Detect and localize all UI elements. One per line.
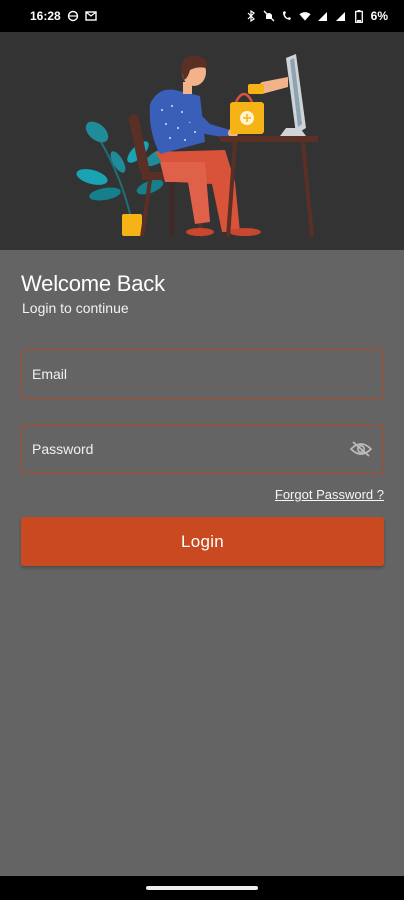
navigation-bar (0, 876, 404, 900)
signal-icon-2 (335, 10, 347, 22)
hero-illustration (0, 32, 404, 250)
login-subtitle: Login to continue (22, 300, 129, 316)
status-bar-right: 6% (245, 9, 388, 23)
bluetooth-icon (245, 10, 257, 22)
battery-icon (353, 9, 365, 23)
battery-percent: 6% (370, 9, 388, 23)
mail-icon (85, 10, 97, 22)
status-bar-left: 16:28 (30, 9, 97, 23)
welcome-title: Welcome Back (21, 271, 165, 296)
password-input[interactable] (32, 441, 344, 457)
vpn-icon (67, 10, 79, 22)
eye-off-icon[interactable] (349, 436, 373, 462)
login-button[interactable]: Login (21, 517, 384, 566)
status-time: 16:28 (30, 9, 61, 23)
mute-icon (263, 10, 275, 22)
forgot-password-link[interactable]: Forgot Password ? (275, 487, 384, 502)
wifi-icon (299, 10, 311, 22)
login-screen: 16:28 6% Welcome Back Login to continue … (0, 0, 404, 900)
status-bar: 16:28 6% (0, 0, 404, 32)
shopping-illustration (76, 54, 318, 238)
email-input[interactable] (32, 366, 373, 382)
shopping-bag-icon (230, 92, 264, 134)
person (149, 55, 261, 236)
home-indicator[interactable] (146, 886, 258, 890)
password-field[interactable] (21, 424, 384, 474)
wifi-call-icon (281, 10, 293, 22)
email-field[interactable] (21, 349, 384, 399)
signal-icon (317, 10, 329, 22)
